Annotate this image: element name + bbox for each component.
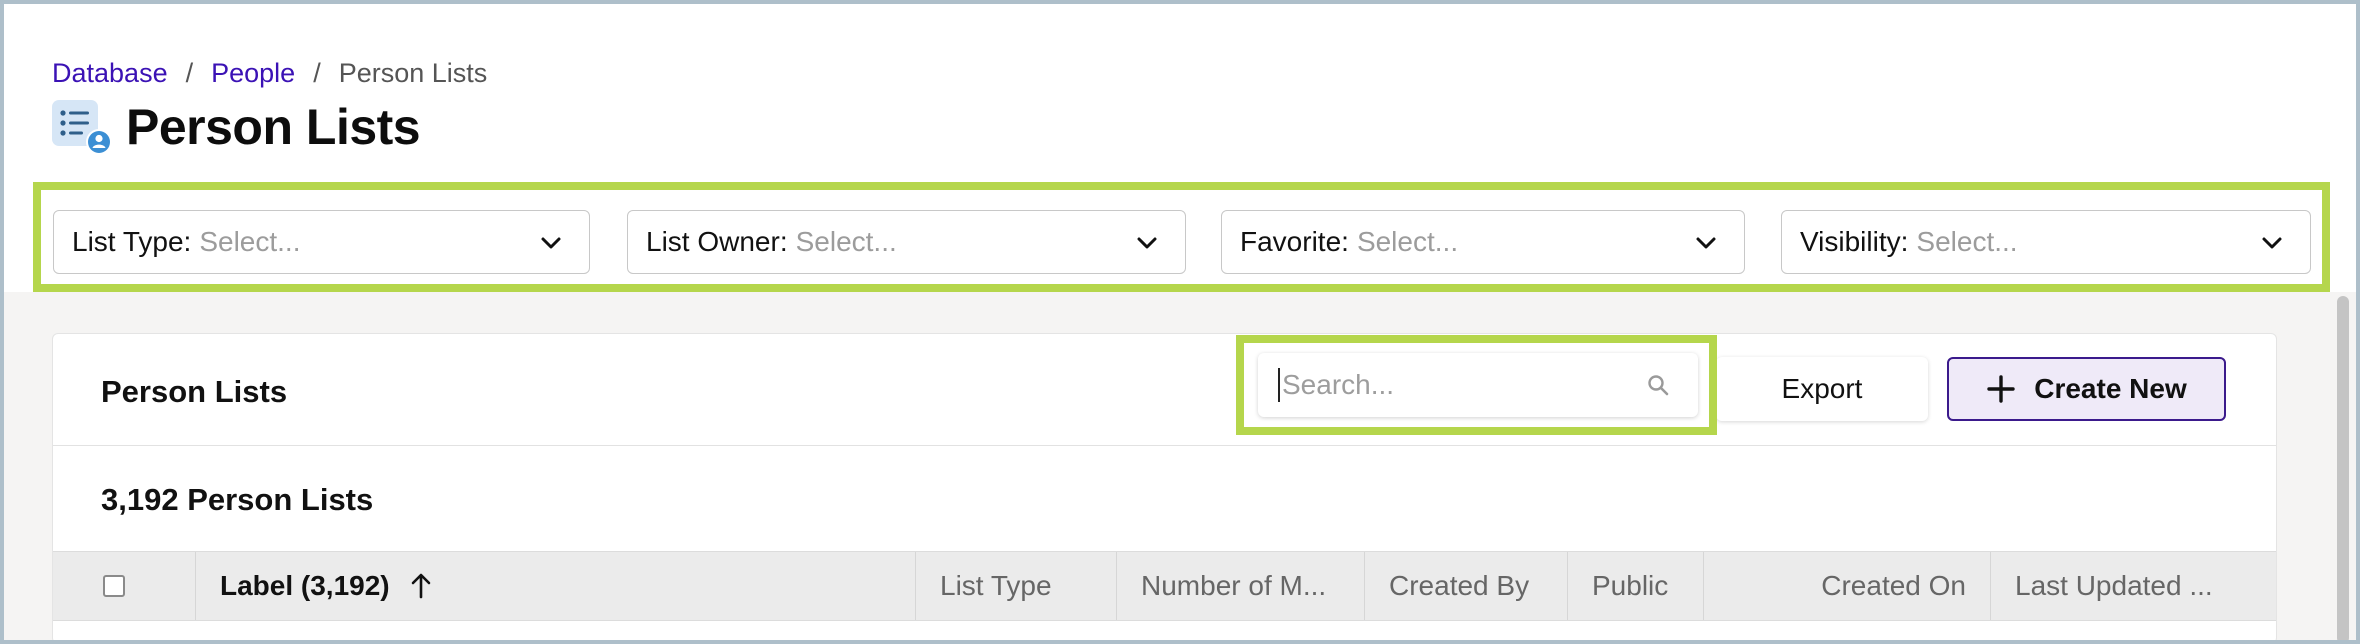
export-button-label: Export	[1781, 373, 1863, 404]
breadcrumb-link-database[interactable]: Database	[52, 58, 168, 89]
select-all-checkbox[interactable]	[103, 575, 125, 597]
filter-bar: List Type: Select... List Owner: Select.…	[33, 182, 2330, 292]
filter-label: List Owner:	[646, 226, 788, 257]
filter-label: List Type:	[72, 226, 192, 257]
person-list-icon	[50, 96, 114, 158]
filter-list-type[interactable]: List Type: Select...	[53, 210, 590, 274]
column-header-text: Public	[1592, 570, 1669, 601]
filter-placeholder: Select...	[199, 226, 301, 257]
column-header-number-of-members[interactable]: Number of M...	[1116, 552, 1364, 620]
chevron-down-icon	[541, 237, 561, 249]
person-lists-card: Person Lists 3,192 Person Lists Label (3…	[52, 333, 2277, 644]
search-input[interactable]	[1278, 368, 1638, 402]
filter-label: Favorite:	[1240, 226, 1349, 257]
search-icon[interactable]	[1646, 373, 1670, 397]
plus-icon	[1986, 374, 2016, 404]
filter-visibility[interactable]: Visibility: Select...	[1781, 210, 2311, 274]
column-header-public[interactable]: Public	[1567, 552, 1703, 620]
column-header-text: Label (3,192)	[220, 570, 390, 601]
filter-placeholder: Select...	[795, 226, 897, 257]
chevron-down-icon	[2262, 237, 2282, 249]
breadcrumb: Database / People / Person Lists	[52, 58, 487, 89]
create-new-label: Create New	[2034, 373, 2187, 404]
column-header-last-updated[interactable]: Last Updated ...	[1990, 552, 2276, 620]
column-header-text: Created By	[1389, 570, 1530, 601]
table-header: Label (3,192) List Type Number of M... C…	[53, 551, 2276, 621]
column-header-list-type[interactable]: List Type	[915, 552, 1116, 620]
breadcrumb-separator: /	[185, 58, 194, 88]
column-header-created-on[interactable]: Created On	[1703, 552, 1990, 620]
filter-favorite[interactable]: Favorite: Select...	[1221, 210, 1745, 274]
breadcrumb-link-people[interactable]: People	[211, 58, 295, 89]
filter-list-owner[interactable]: List Owner: Select...	[627, 210, 1186, 274]
chevron-down-icon	[1696, 237, 1716, 249]
column-header-label[interactable]: Label (3,192)	[195, 552, 917, 620]
sort-ascending-icon[interactable]	[410, 573, 432, 599]
create-new-button[interactable]: Create New	[1947, 357, 2226, 421]
page-header: Database / People / Person Lists Person …	[0, 0, 2360, 180]
chevron-down-icon	[1137, 237, 1157, 249]
column-header-text: List Type	[940, 570, 1052, 601]
search-box[interactable]	[1258, 353, 1698, 417]
filter-placeholder: Select...	[1356, 226, 1459, 257]
breadcrumb-separator: /	[313, 58, 321, 88]
column-header-created-by[interactable]: Created By	[1364, 552, 1567, 620]
page-title: Person Lists	[126, 99, 421, 155]
result-count: 3,192 Person Lists	[101, 482, 374, 517]
column-header-text: Number of M...	[1141, 570, 1327, 601]
vertical-scrollbar[interactable]	[2337, 296, 2349, 644]
filter-placeholder: Select...	[1916, 226, 2018, 257]
search-highlight	[1236, 335, 1717, 435]
select-all-cell	[53, 552, 195, 620]
column-header-text: Created On	[1821, 570, 1966, 601]
title-row: Person Lists	[50, 96, 421, 158]
breadcrumb-current: Person Lists	[338, 58, 488, 88]
filter-label: Visibility:	[1800, 226, 1909, 257]
card-title: Person Lists	[101, 374, 288, 409]
export-button[interactable]: Export	[1716, 357, 1928, 421]
divider	[53, 445, 2276, 446]
column-header-text: Last Updated ...	[2015, 570, 2213, 601]
